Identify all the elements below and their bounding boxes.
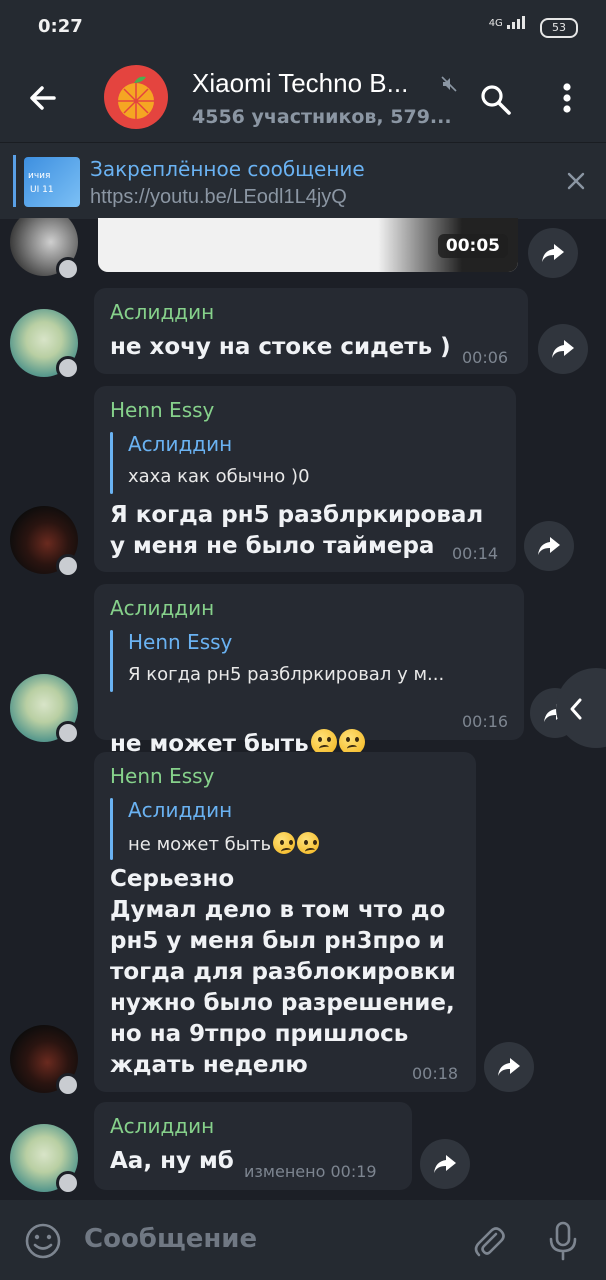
reply-sender[interactable]: Аслиддин [128, 798, 232, 822]
status-bar: 0:27 4G 53 [0, 0, 606, 52]
attach-button[interactable] [470, 1222, 508, 1260]
reply-sender[interactable]: Аслиддин [128, 432, 232, 456]
sender-name[interactable]: Аслиддин [110, 1114, 214, 1138]
online-indicator [56, 721, 80, 745]
share-button[interactable] [538, 324, 588, 374]
message-bubble[interactable]: Аслиддин не хочу на стоке сидеть ) 00:06 [94, 288, 528, 374]
message-time: 00:18 [412, 1064, 459, 1083]
network-indicator: 4G [489, 15, 528, 29]
more-menu-button[interactable] [552, 80, 582, 116]
online-indicator [56, 257, 80, 281]
emoji-button[interactable] [24, 1222, 62, 1260]
online-indicator [56, 356, 80, 380]
pinned-accent-bar [13, 155, 16, 207]
chat-header: Xiaomi Techno B... 4556 участников, 579.… [0, 52, 606, 142]
message-text: Аа, ну мб [110, 1148, 234, 1174]
confused-face-emoji [297, 832, 320, 854]
close-icon [567, 172, 585, 190]
share-arrow-icon [542, 244, 564, 262]
message-bubble[interactable]: Henn Essy Аслиддин не может быть Серьезн… [94, 752, 476, 1092]
confused-face-emoji [273, 832, 296, 854]
share-arrow-icon [552, 340, 574, 358]
microphone-icon [549, 1221, 577, 1261]
thumb-text-1: ичия [28, 171, 51, 181]
smiley-icon [25, 1223, 61, 1259]
message-time: 00:14 [452, 544, 499, 563]
microphone-button[interactable] [546, 1220, 580, 1262]
message-bubble[interactable]: Аслиддин Аа, ну мб изменено 00:19 [94, 1102, 412, 1190]
group-avatar[interactable] [104, 65, 168, 129]
share-arrow-icon [538, 537, 560, 555]
message-text: Я когда рн5 разблркировал у меня не было… [110, 502, 484, 559]
paperclip-icon [474, 1227, 505, 1257]
media-duration: 00:05 [437, 234, 508, 258]
reply-sender[interactable]: Henn Essy [128, 630, 232, 654]
share-button[interactable] [420, 1139, 470, 1189]
reply-text: хаха как обычно )0 [128, 466, 310, 487]
network-type: 4G [488, 18, 503, 29]
search-icon [481, 85, 511, 115]
online-indicator [56, 1073, 80, 1097]
message-time: изменено 00:19 [244, 1162, 377, 1181]
online-indicator [56, 1171, 80, 1195]
status-time: 0:27 [38, 16, 83, 37]
message-composer [0, 1200, 606, 1280]
chevron-left-icon [570, 698, 582, 720]
member-count: 4556 участников, 579... [192, 106, 452, 128]
pinned-thumbnail: ичия UI 11 [24, 157, 80, 207]
mute-icon [441, 76, 457, 92]
reply-text: Я когда рн5 разблркировал у м... [128, 664, 445, 685]
pinned-close-button[interactable] [564, 169, 588, 193]
share-arrow-icon [434, 1155, 456, 1173]
sender-name[interactable]: Аслиддин [110, 300, 214, 324]
message-bubble[interactable]: Аслиддин Henn Essy Я когда рн5 разблркир… [94, 584, 524, 757]
pinned-message[interactable]: ичия UI 11 Закреплённое сообщение https:… [0, 142, 606, 219]
signal-icon [507, 16, 525, 29]
reply-bar [110, 798, 113, 860]
message-input[interactable] [84, 1224, 444, 1254]
more-vertical-icon [563, 83, 571, 113]
arrow-left-icon [30, 86, 56, 110]
reply-bar [110, 630, 113, 692]
online-indicator [56, 554, 80, 578]
thumb-text-2: UI 11 [30, 185, 54, 195]
search-button[interactable] [478, 82, 514, 118]
message-bubble[interactable]: Henn Essy Аслиддин хаха как обычно )0 Я … [94, 386, 516, 572]
pinned-title: Закреплённое сообщение [90, 157, 365, 181]
battery-indicator: 53 [540, 18, 578, 38]
sender-name[interactable]: Аслиддин [110, 596, 214, 620]
share-arrow-icon [498, 1058, 520, 1076]
share-button[interactable] [528, 228, 578, 278]
message-text: не хочу на стоке сидеть ) [110, 334, 451, 360]
share-button[interactable] [484, 1042, 534, 1092]
chat-title[interactable]: Xiaomi Techno B... [192, 68, 408, 99]
pinned-link[interactable]: https://youtu.be/LEodl1L4jyQ [90, 186, 347, 209]
media-message[interactable]: 00:05 [98, 218, 518, 272]
message-time: 00:06 [462, 348, 509, 367]
sender-name[interactable]: Henn Essy [110, 764, 214, 788]
back-button[interactable] [24, 78, 68, 118]
message-time: 00:16 [462, 712, 509, 731]
reply-text: не может быть [128, 834, 272, 855]
reply-bar [110, 432, 113, 494]
orange-logo-icon [118, 76, 154, 119]
message-text: Серьезно Думал дело в том что до рн5 у м… [110, 866, 456, 1078]
sender-name[interactable]: Henn Essy [110, 398, 214, 422]
share-button[interactable] [524, 521, 574, 571]
message-list[interactable]: 00:05 Аслиддин не хочу на стоке сидеть )… [0, 218, 606, 1200]
